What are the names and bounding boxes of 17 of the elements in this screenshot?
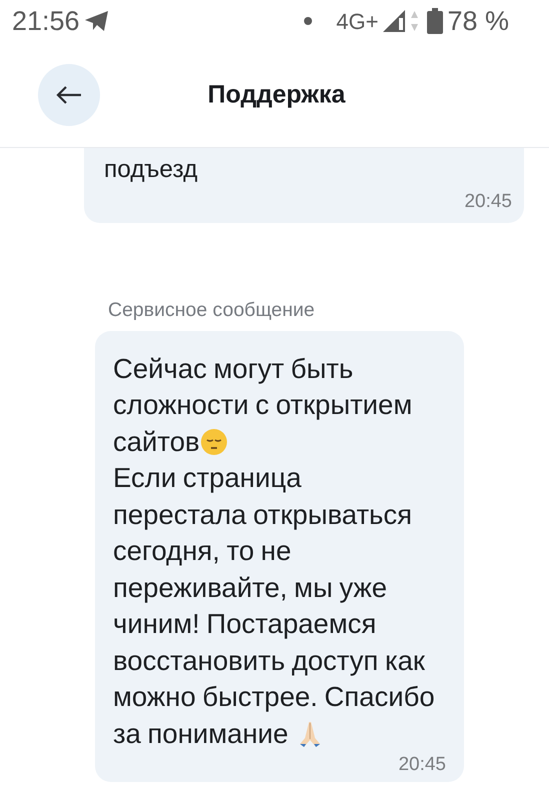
message-text: за понимание (113, 716, 288, 751)
message-text: подъезд (104, 155, 199, 185)
message-time: 20:45 (397, 753, 446, 778)
data-arrows-icon (410, 10, 420, 32)
chat-title: Поддержка (206, 80, 346, 108)
message-time: 20:45 (463, 190, 512, 214)
telegram-icon (84, 10, 110, 32)
battery-icon (427, 8, 444, 34)
status-time: 21:56 (12, 4, 80, 38)
network-type: 4G+ (336, 8, 378, 36)
message-text: сайтов (113, 424, 200, 459)
back-arrow-icon (56, 86, 82, 104)
battery-percent: 78 % (447, 4, 509, 38)
signal-icon (382, 9, 406, 33)
service-label: Сервисное сообщение (108, 298, 316, 322)
sad-face-icon (200, 428, 228, 456)
notification-dot-icon (304, 17, 312, 25)
